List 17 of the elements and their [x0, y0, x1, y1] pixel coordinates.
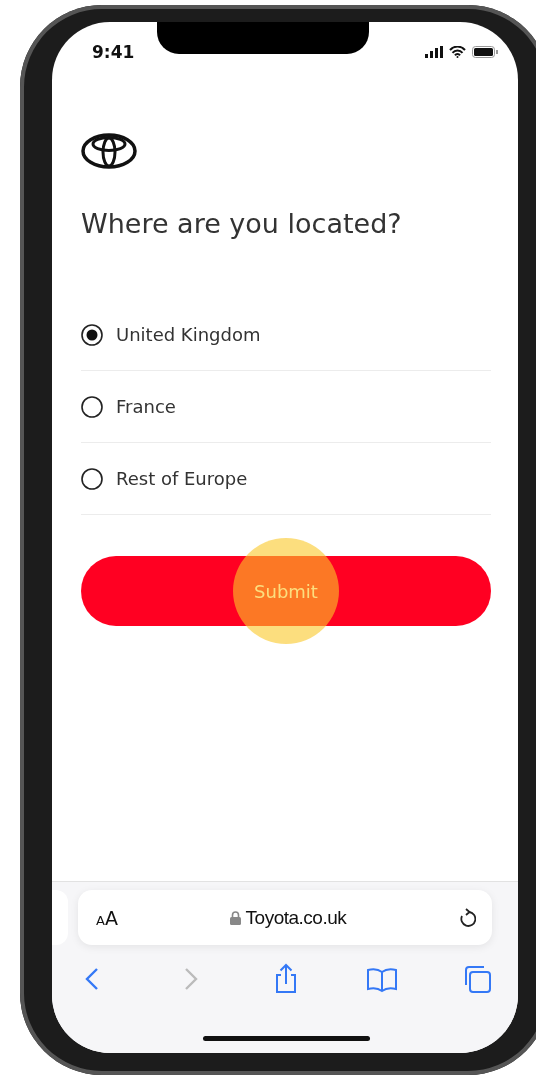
status-time: 9:41 [92, 42, 135, 62]
page-heading: Where are you located? [81, 207, 403, 241]
radio-button[interactable] [81, 467, 103, 490]
radio-option[interactable]: Rest of Europe [81, 443, 491, 515]
logo-icon [81, 133, 137, 169]
wifi-icon [449, 46, 466, 58]
radio-button[interactable] [81, 395, 103, 418]
signal-icon [425, 46, 443, 58]
battery-icon [472, 46, 498, 58]
radio-button[interactable] [81, 323, 103, 346]
radio-option[interactable]: France [81, 371, 491, 443]
text-size-button[interactable]: AA [96, 906, 118, 929]
radio-option[interactable]: United Kingdom [81, 299, 491, 371]
reload-icon[interactable] [458, 907, 476, 928]
lock-icon [229, 910, 241, 925]
url-text: Toyota.co.uk [245, 906, 347, 929]
address-bar[interactable]: AA Toyota.co.uk [78, 890, 492, 945]
